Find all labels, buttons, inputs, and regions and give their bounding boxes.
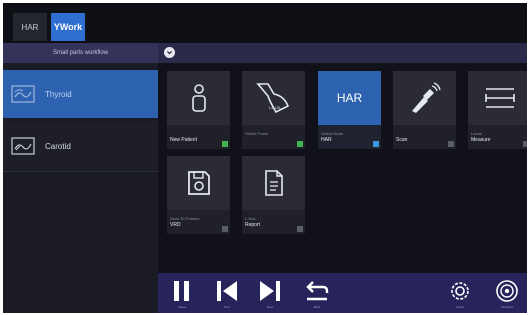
previous-icon [217,281,237,301]
previous-button[interactable]: Prev [213,279,241,309]
next-button[interactable]: Next [256,279,284,309]
step-caption: Scan [393,125,456,149]
control-label: Back [313,305,321,309]
status-indicator [373,141,379,147]
person-icon [191,84,206,112]
workflow-button[interactable]: Workflow [493,279,521,309]
status-indicator [222,226,228,232]
control-label: Prev [223,305,231,309]
status-indicator [523,141,527,147]
step-label: VRD [170,222,181,228]
control-label: Setup [456,305,464,309]
protocol-item-label: Thyroid [45,89,72,99]
step-sublabel: L-Nav [245,216,256,221]
tab-ywork[interactable]: YWork [51,13,85,41]
report-icon [264,170,283,196]
carotid-image-icon [11,137,35,155]
probe-model-label: L4-15L [269,105,282,110]
step-label: Scan [396,137,408,143]
step-caption: Select Mode HAR [318,125,381,149]
next-icon [260,281,280,301]
workflow-title: Small parts workflow [3,43,158,63]
protocol-item-carotid[interactable]: Carotid [3,122,158,170]
thyroid-image-icon [11,85,35,103]
step-save-frames[interactable]: Save 30 Frames VRD [167,156,230,234]
workflow-toggle-button[interactable] [164,47,175,58]
step-sublabel: Save 30 Frames [170,216,200,221]
step-label: New Patient [170,137,197,143]
step-scan[interactable]: Scan [393,71,456,149]
pause-icon [174,281,189,301]
step-measure[interactable]: Linear Measure [468,71,527,149]
workflow-bar: Small parts workflow [3,43,527,63]
step-report[interactable]: L-Nav Report [242,156,305,234]
step-caption: Select Probe [242,125,305,149]
step-caption: Linear Measure [468,125,527,149]
step-caption: New Patient [167,125,230,149]
status-indicator [297,141,303,147]
step-label: Report [245,222,261,228]
status-indicator [297,226,303,232]
protocol-list: Thyroid Carotid [3,63,158,313]
step-new-patient[interactable]: New Patient [167,71,230,149]
workflow-steps-grid: New Patient L4-15L Select Probe HAR Sele… [158,63,527,273]
gear-icon [451,282,469,300]
protocol-item-thyroid[interactable]: Thyroid [3,70,158,118]
step-label: Measure [471,137,491,143]
step-sublabel: Select Probe [245,131,268,136]
control-label: Next [266,305,274,309]
control-label: Workflow [500,305,514,309]
back-button[interactable]: Back [303,279,331,309]
step-caption: L-Nav Report [242,210,305,234]
step-label: HAR [321,137,332,143]
har-icon: HAR [336,91,363,105]
status-indicator [222,141,228,147]
control-bar: Pause Prev Next Back Setup Workflow [158,273,527,313]
measure-icon [484,88,515,108]
pause-button[interactable]: Pause [168,279,196,309]
save-icon [187,171,210,195]
ultrasound-screen: HAR YWork Small parts workflow Thyroid C… [3,3,527,313]
chevron-down-icon [167,51,172,55]
step-caption: Save 30 Frames VRD [167,210,230,234]
step-select-probe[interactable]: L4-15L Select Probe [242,71,305,149]
step-sublabel: Select Mode [321,131,344,136]
workflow-icon [496,280,518,302]
step-sublabel: Linear [471,131,483,136]
probe-icon [255,83,289,114]
divider [3,171,158,172]
status-indicator [448,141,454,147]
setup-button[interactable]: Setup [446,279,474,309]
back-arrow-icon [306,281,329,301]
step-select-mode[interactable]: HAR Select Mode HAR [318,71,381,149]
protocol-item-label: Carotid [45,141,71,151]
scan-probe-icon [411,82,441,113]
tab-har[interactable]: HAR [13,13,47,41]
control-label: Pause [177,305,187,309]
tab-bar: HAR YWork [3,3,527,43]
